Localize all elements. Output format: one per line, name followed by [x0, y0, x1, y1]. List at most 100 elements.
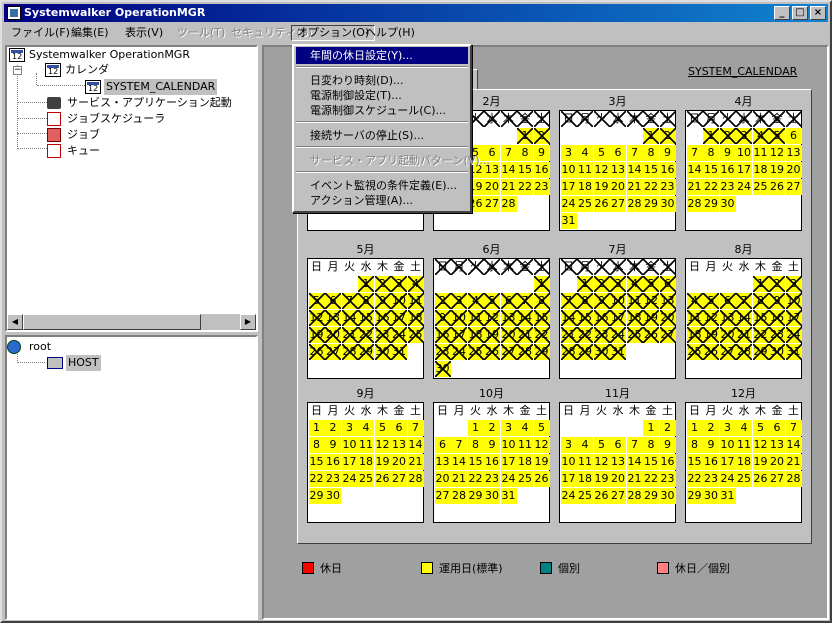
calendar-day[interactable]: 22 — [467, 471, 484, 487]
calendar-day[interactable]: 11 — [752, 145, 769, 161]
calendar-day[interactable]: 28 — [686, 196, 703, 212]
calendar-day[interactable]: 20 — [391, 454, 407, 470]
calendar-day[interactable]: 8 — [517, 145, 533, 161]
calendar-day[interactable]: 25 — [467, 344, 484, 360]
calendar-day[interactable]: 17 — [341, 454, 358, 470]
calendar-day[interactable]: 23 — [769, 327, 785, 343]
calendar-day[interactable]: 12 — [593, 454, 610, 470]
calendar-day[interactable]: 16 — [659, 454, 676, 470]
calendar-day[interactable]: 15 — [643, 454, 659, 470]
calendar-day[interactable]: 14 — [451, 454, 467, 470]
calendar-day[interactable]: 1 — [467, 420, 484, 436]
calendar-day[interactable]: 20 — [325, 327, 341, 343]
calendar-day[interactable]: 25 — [517, 471, 533, 487]
calendar-day[interactable]: 14 — [785, 437, 802, 453]
calendar-day[interactable]: 4 — [358, 420, 374, 436]
calendar-day[interactable]: 27 — [391, 471, 407, 487]
calendar-day[interactable]: 9 — [703, 437, 719, 453]
calendar-day[interactable]: 16 — [434, 327, 451, 343]
calendar-day[interactable]: 23 — [719, 179, 736, 195]
calendar-day[interactable]: 17 — [451, 327, 467, 343]
calendar-day[interactable]: 2 — [484, 420, 500, 436]
calendar-day[interactable]: 18 — [467, 327, 484, 343]
calendar-day[interactable]: 21 — [785, 454, 802, 470]
calendar-day[interactable]: 18 — [358, 454, 374, 470]
calendar-day[interactable]: 20 — [769, 454, 785, 470]
calendar-day[interactable]: 1 — [752, 276, 769, 292]
calendar-day[interactable]: 27 — [659, 327, 676, 343]
minimize-button[interactable]: _ — [774, 6, 790, 20]
calendar-day[interactable]: 14 — [560, 310, 577, 326]
calendar-day[interactable]: 1 — [308, 420, 325, 436]
calendar-day[interactable]: 16 — [325, 454, 341, 470]
calendar-day[interactable]: 9 — [593, 293, 610, 309]
calendar-day[interactable]: 24 — [610, 327, 626, 343]
calendar-day[interactable]: 29 — [703, 196, 719, 212]
calendar-day[interactable]: 3 — [736, 128, 752, 144]
calendar-day[interactable]: 23 — [325, 471, 341, 487]
calendar-day[interactable]: 12 — [374, 437, 391, 453]
calendar-day[interactable]: 6 — [610, 437, 626, 453]
calendar-day[interactable]: 8 — [752, 293, 769, 309]
calendar-day[interactable]: 29 — [643, 196, 659, 212]
calendar-day[interactable]: 3 — [719, 420, 736, 436]
calendar-day[interactable]: 29 — [533, 344, 550, 360]
calendar-day[interactable]: 5 — [752, 420, 769, 436]
calendar-day[interactable]: 30 — [325, 488, 341, 504]
calendar-day[interactable]: 11 — [407, 293, 424, 309]
calendar-day[interactable]: 13 — [610, 454, 626, 470]
calendar-day[interactable]: 30 — [703, 488, 719, 504]
calendar-day[interactable]: 15 — [577, 310, 593, 326]
calendar-day[interactable]: 31 — [560, 213, 577, 229]
calendar-day[interactable]: 12 — [484, 310, 500, 326]
calendar-day[interactable]: 13 — [500, 310, 517, 326]
calendar-day[interactable]: 14 — [736, 310, 752, 326]
calendar-day[interactable]: 26 — [374, 471, 391, 487]
calendar-day[interactable]: 5 — [703, 293, 719, 309]
calendar-day[interactable]: 22 — [752, 327, 769, 343]
calendar-day[interactable]: 15 — [533, 310, 550, 326]
calendar-day[interactable]: 25 — [686, 344, 703, 360]
calendar-day[interactable]: 20 — [434, 471, 451, 487]
calendar-day[interactable]: 13 — [785, 145, 802, 161]
calendar-day[interactable]: 15 — [686, 454, 703, 470]
calendar-day[interactable]: 8 — [643, 437, 659, 453]
horizontal-scrollbar[interactable]: ◀ ▶ — [7, 314, 256, 330]
calendar-day[interactable]: 22 — [533, 327, 550, 343]
calendar-day[interactable]: 18 — [577, 471, 593, 487]
calendar-day[interactable]: 1 — [533, 276, 550, 292]
calendar-day[interactable]: 9 — [325, 437, 341, 453]
calendar-day[interactable]: 14 — [626, 162, 643, 178]
calendar-day[interactable]: 30 — [484, 488, 500, 504]
calendar-day[interactable]: 22 — [686, 471, 703, 487]
calendar-day[interactable]: 16 — [719, 162, 736, 178]
calendar-day[interactable]: 11 — [577, 454, 593, 470]
calendar-day[interactable]: 7 — [341, 293, 358, 309]
calendar-day[interactable]: 29 — [308, 488, 325, 504]
calendar-day[interactable]: 7 — [451, 437, 467, 453]
calendar-day[interactable]: 21 — [407, 454, 424, 470]
calendar-day[interactable]: 19 — [769, 162, 785, 178]
calendar-day[interactable]: 9 — [374, 293, 391, 309]
calendar-day[interactable]: 8 — [703, 145, 719, 161]
calendar-day[interactable]: 3 — [451, 293, 467, 309]
calendar-day[interactable]: 10 — [391, 293, 407, 309]
calendar-day[interactable]: 21 — [560, 327, 577, 343]
options-menu-item[interactable]: 接続サーバの停止(S)... — [296, 127, 468, 144]
app-icon[interactable] — [7, 6, 21, 20]
calendar-day[interactable]: 26 — [484, 344, 500, 360]
calendar-day[interactable]: 12 — [593, 162, 610, 178]
calendar-day[interactable]: 2 — [374, 276, 391, 292]
calendar-day[interactable]: 16 — [703, 454, 719, 470]
calendar-day[interactable]: 28 — [500, 196, 517, 212]
calendar-day[interactable]: 22 — [308, 471, 325, 487]
calendar-day[interactable]: 11 — [686, 310, 703, 326]
calendar-day[interactable]: 7 — [517, 293, 533, 309]
calendar-day[interactable]: 5 — [593, 145, 610, 161]
calendar-day[interactable]: 4 — [467, 293, 484, 309]
calendar-day[interactable]: 23 — [484, 471, 500, 487]
calendar-day[interactable]: 25 — [736, 471, 752, 487]
calendar-day[interactable]: 2 — [659, 128, 676, 144]
calendar-day[interactable]: 7 — [626, 437, 643, 453]
calendar-day[interactable]: 13 — [391, 437, 407, 453]
